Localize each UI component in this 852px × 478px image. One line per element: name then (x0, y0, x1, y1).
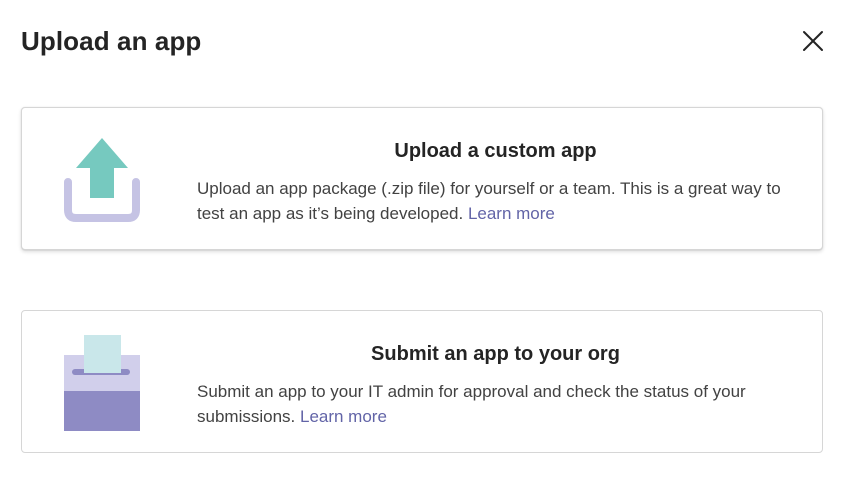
upload-custom-app-card[interactable]: Upload a custom app Upload an app packag… (21, 107, 823, 250)
close-icon (803, 31, 823, 51)
submit-app-to-org-description-text: Submit an app to your IT admin for appro… (197, 382, 746, 426)
submit-app-to-org-title: Submit an app to your org (371, 343, 620, 365)
submit-app-to-org-card[interactable]: Submit an app to your org Submit an app … (21, 310, 823, 453)
upload-tray-icon (64, 138, 140, 222)
submit-ballot-box-icon (64, 335, 140, 431)
upload-custom-app-description: Upload an app package (.zip file) for yo… (197, 177, 807, 226)
upload-custom-app-learn-more-link[interactable]: Learn more (468, 204, 555, 223)
submit-app-to-org-learn-more-link[interactable]: Learn more (300, 407, 387, 426)
submit-app-to-org-description: Submit an app to your IT admin for appro… (197, 380, 807, 429)
close-button[interactable] (798, 26, 828, 56)
upload-custom-app-title: Upload a custom app (394, 140, 597, 162)
dialog-title: Upload an app (21, 26, 202, 56)
